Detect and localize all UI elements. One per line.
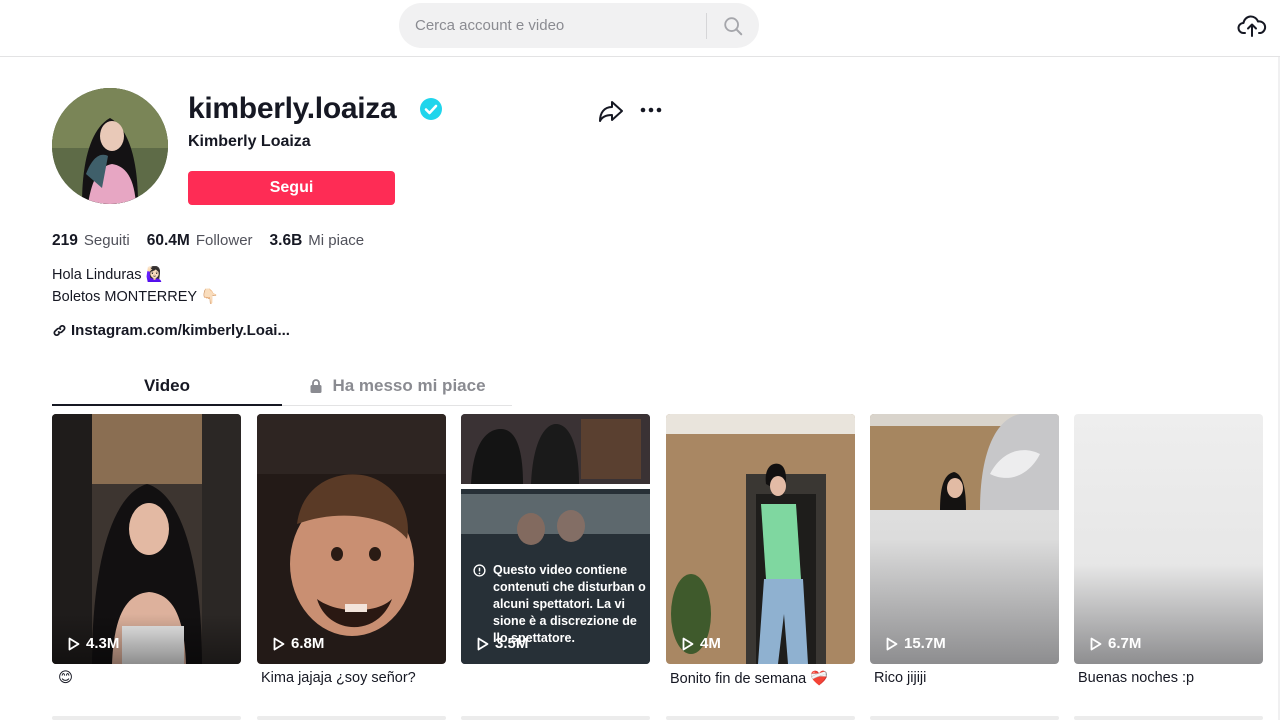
info-icon bbox=[473, 564, 486, 577]
view-count-value: 6.7M bbox=[1108, 635, 1142, 652]
view-count-value: 6.8M bbox=[291, 635, 325, 652]
stat-followers-label: Follower bbox=[195, 232, 253, 249]
video-caption: Bonito fin de semana ❤️‍🩹 bbox=[670, 671, 829, 687]
profile-stats: 219 Seguiti 60.4M Follower 3.6B Mi piace bbox=[52, 232, 381, 250]
stat-following-label: Seguiti bbox=[83, 232, 130, 249]
next-row-card-edge bbox=[52, 716, 241, 720]
view-count-value: 15.7M bbox=[904, 635, 946, 652]
tab-liked-label: Ha messo mi piace bbox=[332, 376, 486, 395]
link-icon bbox=[52, 323, 67, 338]
video-card[interactable]: 4M bbox=[666, 414, 855, 664]
lock-icon bbox=[310, 379, 322, 393]
video-card[interactable]: 4.3M bbox=[52, 414, 241, 664]
play-icon bbox=[477, 637, 489, 651]
view-count: 4M bbox=[682, 635, 721, 652]
share-button[interactable] bbox=[598, 99, 624, 123]
profile-tabs: Video Ha messo mi piace bbox=[52, 368, 512, 406]
stat-likes-value: 3.6B bbox=[269, 232, 303, 249]
video-card[interactable]: Questo video contiene contenuti che dist… bbox=[461, 414, 650, 664]
video-thumbnail bbox=[1074, 414, 1263, 664]
stat-following-value: 219 bbox=[52, 232, 78, 249]
profile-link-text: Instagram.com/kimberly.Loai... bbox=[71, 322, 290, 339]
view-count: 15.7M bbox=[886, 635, 946, 652]
video-card[interactable]: 6.8M bbox=[257, 414, 446, 664]
video-card[interactable]: 15.7M bbox=[870, 414, 1059, 664]
search-icon bbox=[724, 16, 743, 35]
stat-likes-label: Mi piace bbox=[308, 232, 365, 249]
video-thumbnail bbox=[257, 414, 446, 664]
top-bar bbox=[0, 0, 1280, 57]
bio-line: Boletos MONTERREY 👇🏻 bbox=[52, 289, 219, 305]
avatar[interactable] bbox=[52, 88, 168, 204]
next-row-card-edge bbox=[461, 716, 650, 720]
nickname: Kimberly Loaiza bbox=[188, 133, 311, 150]
play-icon bbox=[682, 637, 694, 651]
video-thumbnail bbox=[52, 414, 241, 664]
next-row-card-edge bbox=[257, 716, 446, 720]
video-caption: Rico jijiji bbox=[874, 670, 927, 686]
search-bar bbox=[399, 3, 759, 48]
next-row-card-edge bbox=[870, 716, 1059, 720]
play-icon bbox=[273, 637, 285, 651]
play-icon bbox=[1090, 637, 1102, 651]
view-count: 6.8M bbox=[273, 635, 324, 652]
video-caption: Buenas noches :p bbox=[1078, 670, 1195, 686]
bio: Hola Linduras 🙋🏻‍♀️ Boletos MONTERREY 👇🏻 bbox=[52, 264, 219, 308]
profile-link[interactable]: Instagram.com/kimberly.Loai... bbox=[52, 322, 290, 339]
view-count: 3.5M bbox=[477, 635, 528, 652]
tab-videos-label: Video bbox=[144, 376, 190, 395]
cloud-upload-icon bbox=[1237, 15, 1267, 37]
view-count: 4.3M bbox=[68, 635, 119, 652]
view-count-value: 4.3M bbox=[86, 635, 120, 652]
play-icon bbox=[886, 637, 898, 651]
search-divider bbox=[706, 13, 707, 39]
verified-badge-icon bbox=[420, 98, 442, 120]
stat-followers-value: 60.4M bbox=[146, 232, 190, 249]
username: kimberly.loaiza bbox=[188, 92, 397, 125]
tab-videos[interactable]: Video bbox=[52, 368, 282, 404]
search-button[interactable] bbox=[711, 3, 755, 48]
tab-active-indicator bbox=[52, 404, 282, 406]
tab-liked[interactable]: Ha messo mi piace bbox=[282, 368, 512, 404]
stat-likes: 3.6B Mi piace bbox=[270, 232, 365, 250]
follow-button[interactable]: Segui bbox=[188, 171, 395, 205]
next-row-card-edge bbox=[666, 716, 855, 720]
share-icon bbox=[599, 101, 623, 122]
view-count: 6.7M bbox=[1090, 635, 1141, 652]
video-thumbnail bbox=[666, 414, 855, 664]
search-input[interactable] bbox=[415, 3, 705, 48]
bio-line: Hola Linduras 🙋🏻‍♀️ bbox=[52, 267, 164, 283]
video-card[interactable]: 6.7M bbox=[1074, 414, 1263, 664]
stat-following[interactable]: 219 Seguiti bbox=[52, 232, 130, 250]
more-dots-icon bbox=[640, 107, 662, 113]
upload-button[interactable] bbox=[1236, 12, 1268, 40]
video-thumbnail bbox=[870, 414, 1059, 664]
play-icon bbox=[68, 637, 80, 651]
more-options-button[interactable] bbox=[638, 100, 664, 120]
video-caption: Kima jajaja ¿soy señor? bbox=[261, 670, 416, 686]
view-count-value: 3.5M bbox=[495, 635, 529, 652]
video-caption: 😊 bbox=[58, 670, 74, 686]
next-row-card-edge bbox=[1074, 716, 1263, 720]
stat-followers[interactable]: 60.4M Follower bbox=[147, 232, 253, 250]
view-count-value: 4M bbox=[700, 635, 721, 652]
